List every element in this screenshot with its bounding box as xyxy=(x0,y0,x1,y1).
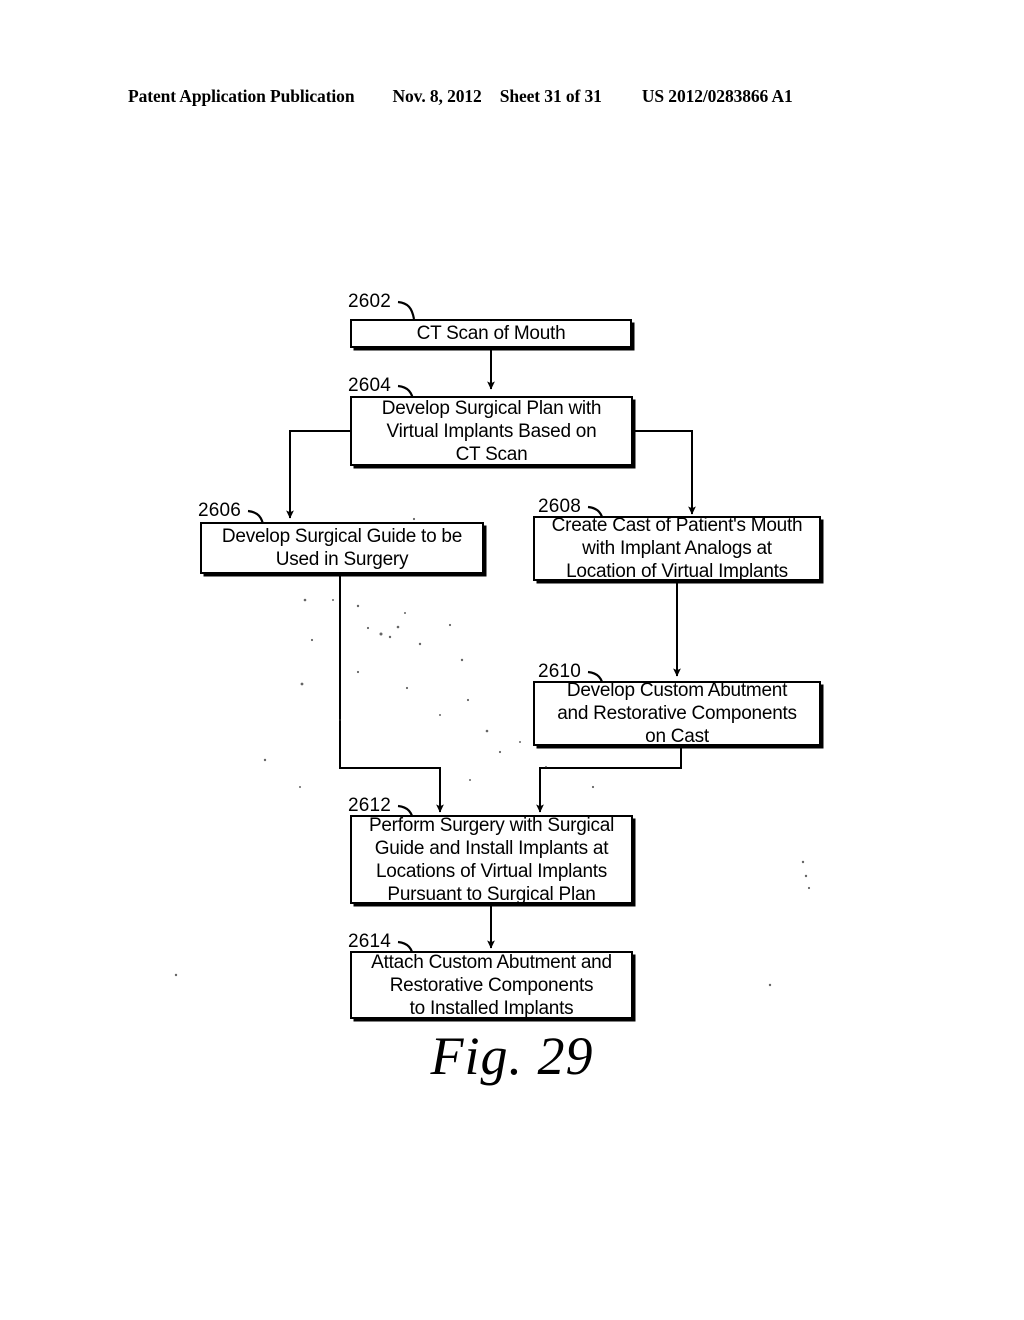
reference-numeral-2602: 2602 xyxy=(348,291,392,312)
figure-caption: Fig. 29 xyxy=(430,1026,594,1086)
reference-numeral-2606: 2606 xyxy=(198,500,242,521)
connector-2604-to-2606 xyxy=(286,429,351,519)
connector-2610-to-2612 xyxy=(536,745,683,813)
flow-box-2604-develop-surgical-plan: Develop Surgical Plan with Virtual Impla… xyxy=(350,396,633,466)
reference-numeral-2604: 2604 xyxy=(348,375,392,396)
scan-speckle-artifacts xyxy=(174,517,811,997)
flow-box-2614-attach-custom-abutment: Attach Custom Abutment and Restorative C… xyxy=(350,951,633,1019)
flowchart-connectors xyxy=(247,300,696,960)
flow-box-2606-develop-surgical-guide: Develop Surgical Guide to be Used in Sur… xyxy=(200,522,484,574)
flow-box-2612-perform-surgery: Perform Surgery with Surgical Guide and … xyxy=(350,815,633,905)
connector-2604-to-2608 xyxy=(633,429,696,515)
flow-box-2602-ct-scan-of-mouth: CT Scan of Mouth xyxy=(350,319,632,348)
leader-line-2602 xyxy=(397,300,416,320)
connector-2606-to-2612 xyxy=(338,575,444,813)
figure-29-flowchart: 2602 2604 2606 2608 2610 2612 2614 CT Sc… xyxy=(0,0,1024,1320)
flow-box-2610-develop-custom-abutment: Develop Custom Abutment and Restorative … xyxy=(533,680,821,747)
flow-box-2608-create-cast-of-patients-mouth: Create Cast of Patient's Mouth with Impl… xyxy=(533,515,821,582)
